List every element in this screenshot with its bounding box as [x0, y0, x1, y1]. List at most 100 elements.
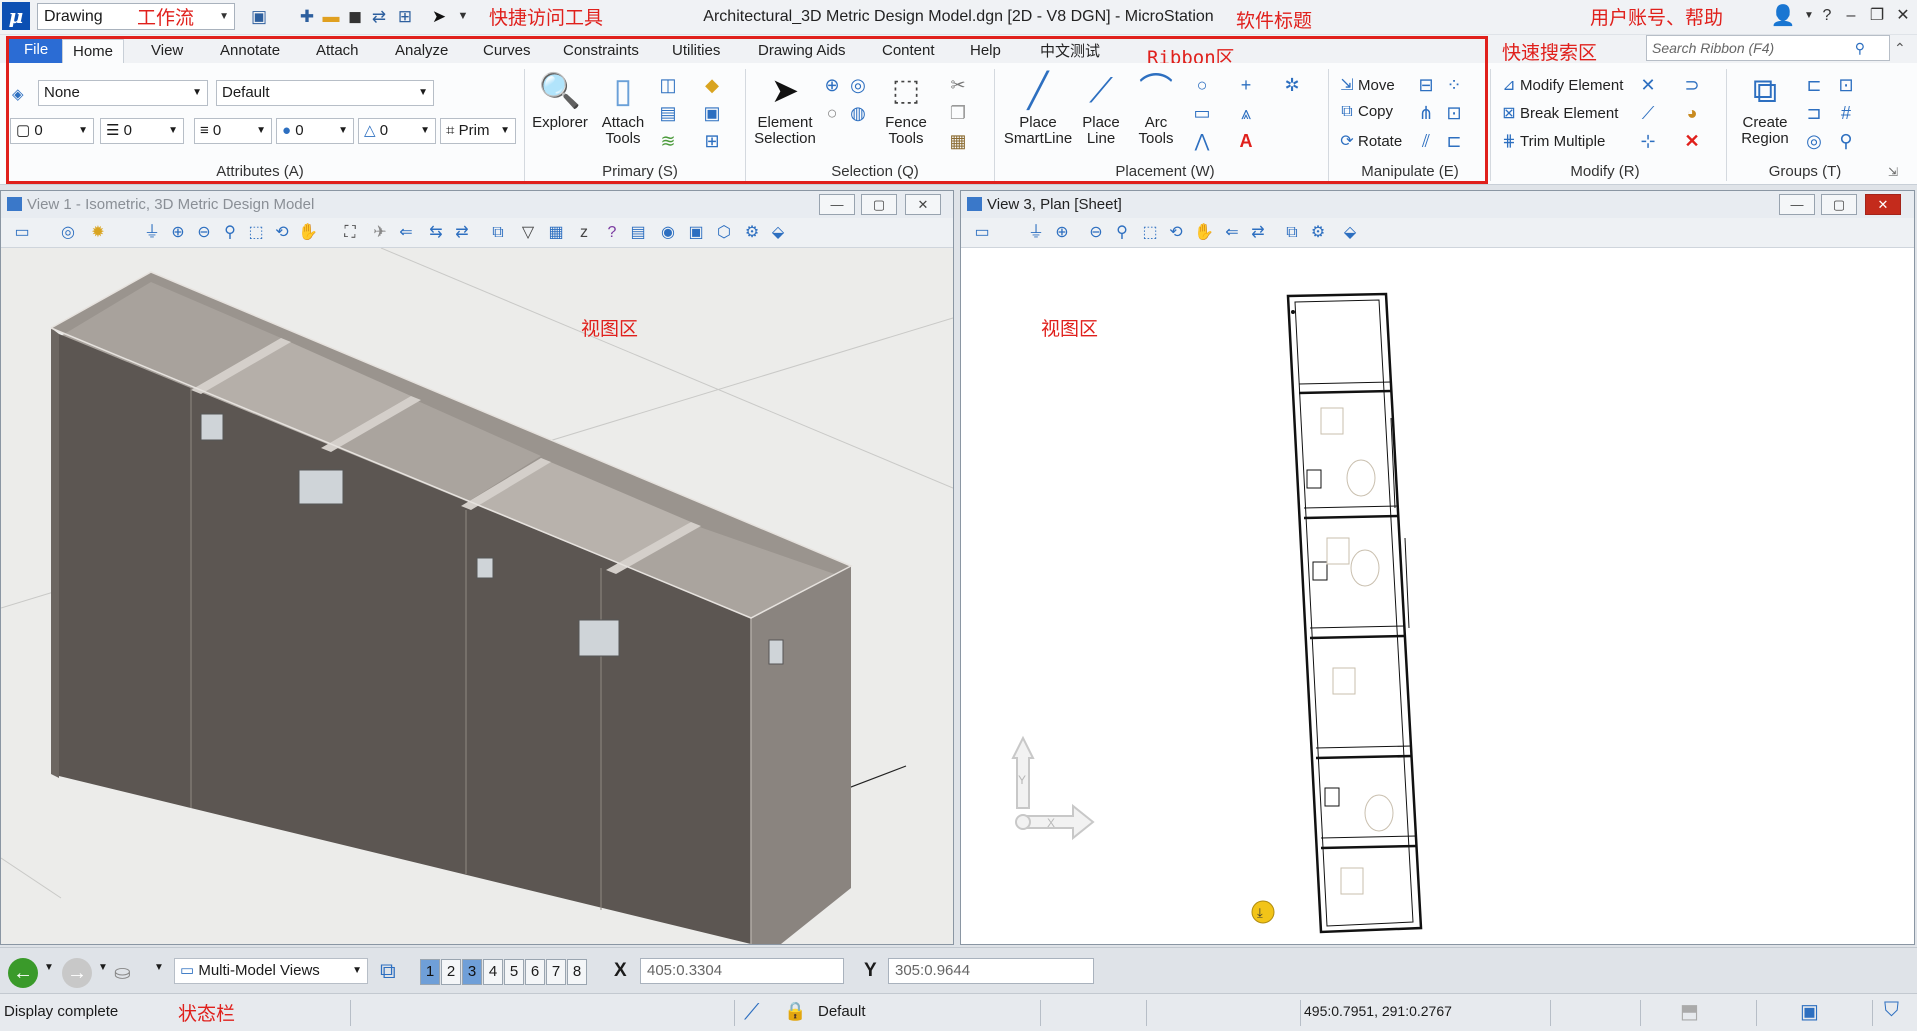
view-1-maximize-button[interactable]: ▢: [861, 194, 897, 215]
view-toggle-2[interactable]: 2: [441, 959, 461, 985]
view-next-icon[interactable]: ⇄: [1247, 222, 1269, 244]
modify-element-button[interactable]: ⊿ Modify Element: [1498, 75, 1623, 95]
notifications-icon[interactable]: ⛉: [1884, 999, 1899, 1022]
delete-icon[interactable]: ✕: [1680, 129, 1704, 153]
fit-view-icon[interactable]: ⬚: [1139, 222, 1161, 244]
pan-view-icon[interactable]: ✋: [297, 222, 319, 244]
clip-volume-icon[interactable]: ▽: [517, 222, 539, 244]
view-back-icon[interactable]: ⇆: [425, 222, 447, 244]
break-element-icon: ⊠: [1502, 105, 1516, 122]
update-view-icon[interactable]: ⏚: [1025, 222, 1047, 244]
display-set-icon[interactable]: ▦: [545, 222, 567, 244]
extend-icon[interactable]: ✕: [1636, 73, 1660, 97]
view-toggle-1[interactable]: 1: [420, 959, 440, 985]
window-area-icon[interactable]: ⚲: [219, 222, 241, 244]
search-icon[interactable]: ⚲: [1855, 36, 1865, 60]
view-groups-icon[interactable]: ⧉: [380, 958, 396, 984]
render-icon[interactable]: ▤: [627, 222, 649, 244]
view-toggle-5[interactable]: 5: [504, 959, 524, 985]
standard-views-icon[interactable]: ⧉: [1281, 222, 1303, 244]
design-history-icon[interactable]: ▣: [1800, 999, 1819, 1024]
ungroup-icon[interactable]: ⊡: [1834, 73, 1858, 97]
view-1-titlebar[interactable]: View 1 - Isometric, 3D Metric Design Mod…: [1, 191, 953, 218]
walk-icon[interactable]: ⛶: [339, 222, 361, 244]
trim-multiple-button[interactable]: ⋕ Trim Multiple: [1498, 131, 1605, 151]
x-coordinate-field[interactable]: 405:0.3304: [640, 958, 844, 984]
standard-views-icon[interactable]: ⧉: [487, 222, 509, 244]
rotate-view-icon[interactable]: ⟲: [271, 222, 293, 244]
minimize-icon[interactable]: –: [1838, 4, 1864, 28]
forward-chevron-down-icon[interactable]: ▼: [98, 962, 108, 973]
view-toggle-7[interactable]: 7: [546, 959, 566, 985]
forward-arrow-icon[interactable]: →: [62, 958, 92, 988]
group-icon[interactable]: ⊏: [1802, 73, 1826, 97]
sign-icon[interactable]: ⬒: [1680, 999, 1699, 1024]
fly-icon[interactable]: ✈: [369, 222, 391, 244]
back-arrow-icon[interactable]: ←: [8, 958, 38, 988]
hatch-icon[interactable]: #: [1834, 101, 1858, 125]
intersect-icon[interactable]: ⊹: [1636, 129, 1660, 153]
change-attributes-icon[interactable]: ◕: [1680, 101, 1704, 125]
y-coordinate-field[interactable]: 305:0.9644: [888, 958, 1094, 984]
cube-icon[interactable]: ⬡: [713, 222, 735, 244]
view-1-close-button[interactable]: ✕: [905, 194, 941, 215]
view-1-canvas[interactable]: 视图区: [1, 248, 953, 944]
back-chevron-down-icon[interactable]: ▼: [44, 962, 54, 973]
zoom-in-icon[interactable]: ⊕: [1051, 222, 1073, 244]
zoom-out-icon[interactable]: ⊖: [1085, 222, 1107, 244]
named-group-icon[interactable]: ◎: [1802, 129, 1826, 153]
restore-icon[interactable]: ❐: [1864, 4, 1890, 28]
window-area-icon[interactable]: ⚲: [1111, 222, 1133, 244]
saved-views-chevron-down-icon[interactable]: ▼: [154, 962, 164, 973]
view-3-window[interactable]: View 3, Plan [Sheet] — ▢ ✕ ▭ ⏚ ⊕ ⊖ ⚲ ⬚ ⟲…: [960, 190, 1915, 945]
user-account-icon[interactable]: 👤: [1770, 4, 1796, 28]
view-1-minimize-button[interactable]: —: [819, 194, 855, 215]
chamfer-icon[interactable]: ⟋: [1636, 101, 1660, 125]
selection-filter-icon[interactable]: ⚙: [1307, 222, 1329, 244]
zoom-in-icon[interactable]: ⊕: [167, 222, 189, 244]
view-toggle-4[interactable]: 4: [483, 959, 503, 985]
graphic-group-icon[interactable]: ⚲: [1834, 129, 1858, 153]
view-1-window[interactable]: View 1 - Isometric, 3D Metric Design Mod…: [0, 190, 954, 945]
accudraw-icon[interactable]: ⟋: [744, 999, 759, 1025]
selection-filter-icon[interactable]: ⚙: [741, 222, 763, 244]
view-next-icon[interactable]: ⇄: [451, 222, 473, 244]
fillet-icon[interactable]: ⊃: [1680, 73, 1704, 97]
lock-icon[interactable]: 🔒: [784, 1001, 806, 1022]
display-style-icon[interactable]: ◎: [57, 222, 79, 244]
create-region-button[interactable]: ⧉ Create Region: [1732, 71, 1798, 147]
break-element-button[interactable]: ⊠ Break Element: [1498, 103, 1618, 123]
model-combo[interactable]: ▭ Multi-Model Views ▼: [174, 958, 368, 984]
view-attributes-icon[interactable]: ▭: [971, 222, 993, 244]
zoom-out-icon[interactable]: ⊖: [193, 222, 215, 244]
clip-mask-icon[interactable]: ⬙: [1339, 222, 1361, 244]
fit-view-icon[interactable]: ⬚: [245, 222, 267, 244]
camera-icon[interactable]: ◉: [657, 222, 679, 244]
capture-icon[interactable]: ▣: [685, 222, 707, 244]
view-previous-icon[interactable]: ⇐: [395, 222, 417, 244]
search-ribbon-input[interactable]: Search Ribbon (F4) ⚲: [1646, 35, 1890, 61]
dialog-launcher-icon[interactable]: ⇲: [1888, 165, 1898, 179]
view-3-titlebar[interactable]: View 3, Plan [Sheet] — ▢ ✕: [961, 191, 1914, 218]
help-view-icon[interactable]: ?: [601, 222, 623, 244]
z-depth-icon[interactable]: z: [573, 222, 595, 244]
pan-view-icon[interactable]: ✋: [1193, 222, 1215, 244]
update-view-icon[interactable]: ⏚: [141, 222, 163, 244]
view-3-close-button[interactable]: ✕: [1865, 194, 1901, 215]
collapse-ribbon-icon[interactable]: ⌃: [1894, 40, 1906, 57]
lighting-icon[interactable]: ✹: [87, 222, 109, 244]
view-3-minimize-button[interactable]: —: [1779, 194, 1815, 215]
drop-icon[interactable]: ⊐: [1802, 101, 1826, 125]
view-attributes-icon[interactable]: ▭: [11, 222, 33, 244]
view-3-canvas[interactable]: Y X ⤓ 视图区: [961, 248, 1914, 944]
help-icon[interactable]: ?: [1814, 4, 1840, 28]
view-toggle-8[interactable]: 8: [567, 959, 587, 985]
close-icon[interactable]: ✕: [1890, 4, 1916, 28]
view-toggle-6[interactable]: 6: [525, 959, 545, 985]
view-previous-icon[interactable]: ⇐: [1221, 222, 1243, 244]
saved-views-icon[interactable]: ⛀: [114, 960, 131, 985]
view-3-maximize-button[interactable]: ▢: [1821, 194, 1857, 215]
view-toggle-3[interactable]: 3: [462, 959, 482, 985]
clip-mask-icon[interactable]: ⬙: [767, 222, 789, 244]
rotate-view-icon[interactable]: ⟲: [1165, 222, 1187, 244]
